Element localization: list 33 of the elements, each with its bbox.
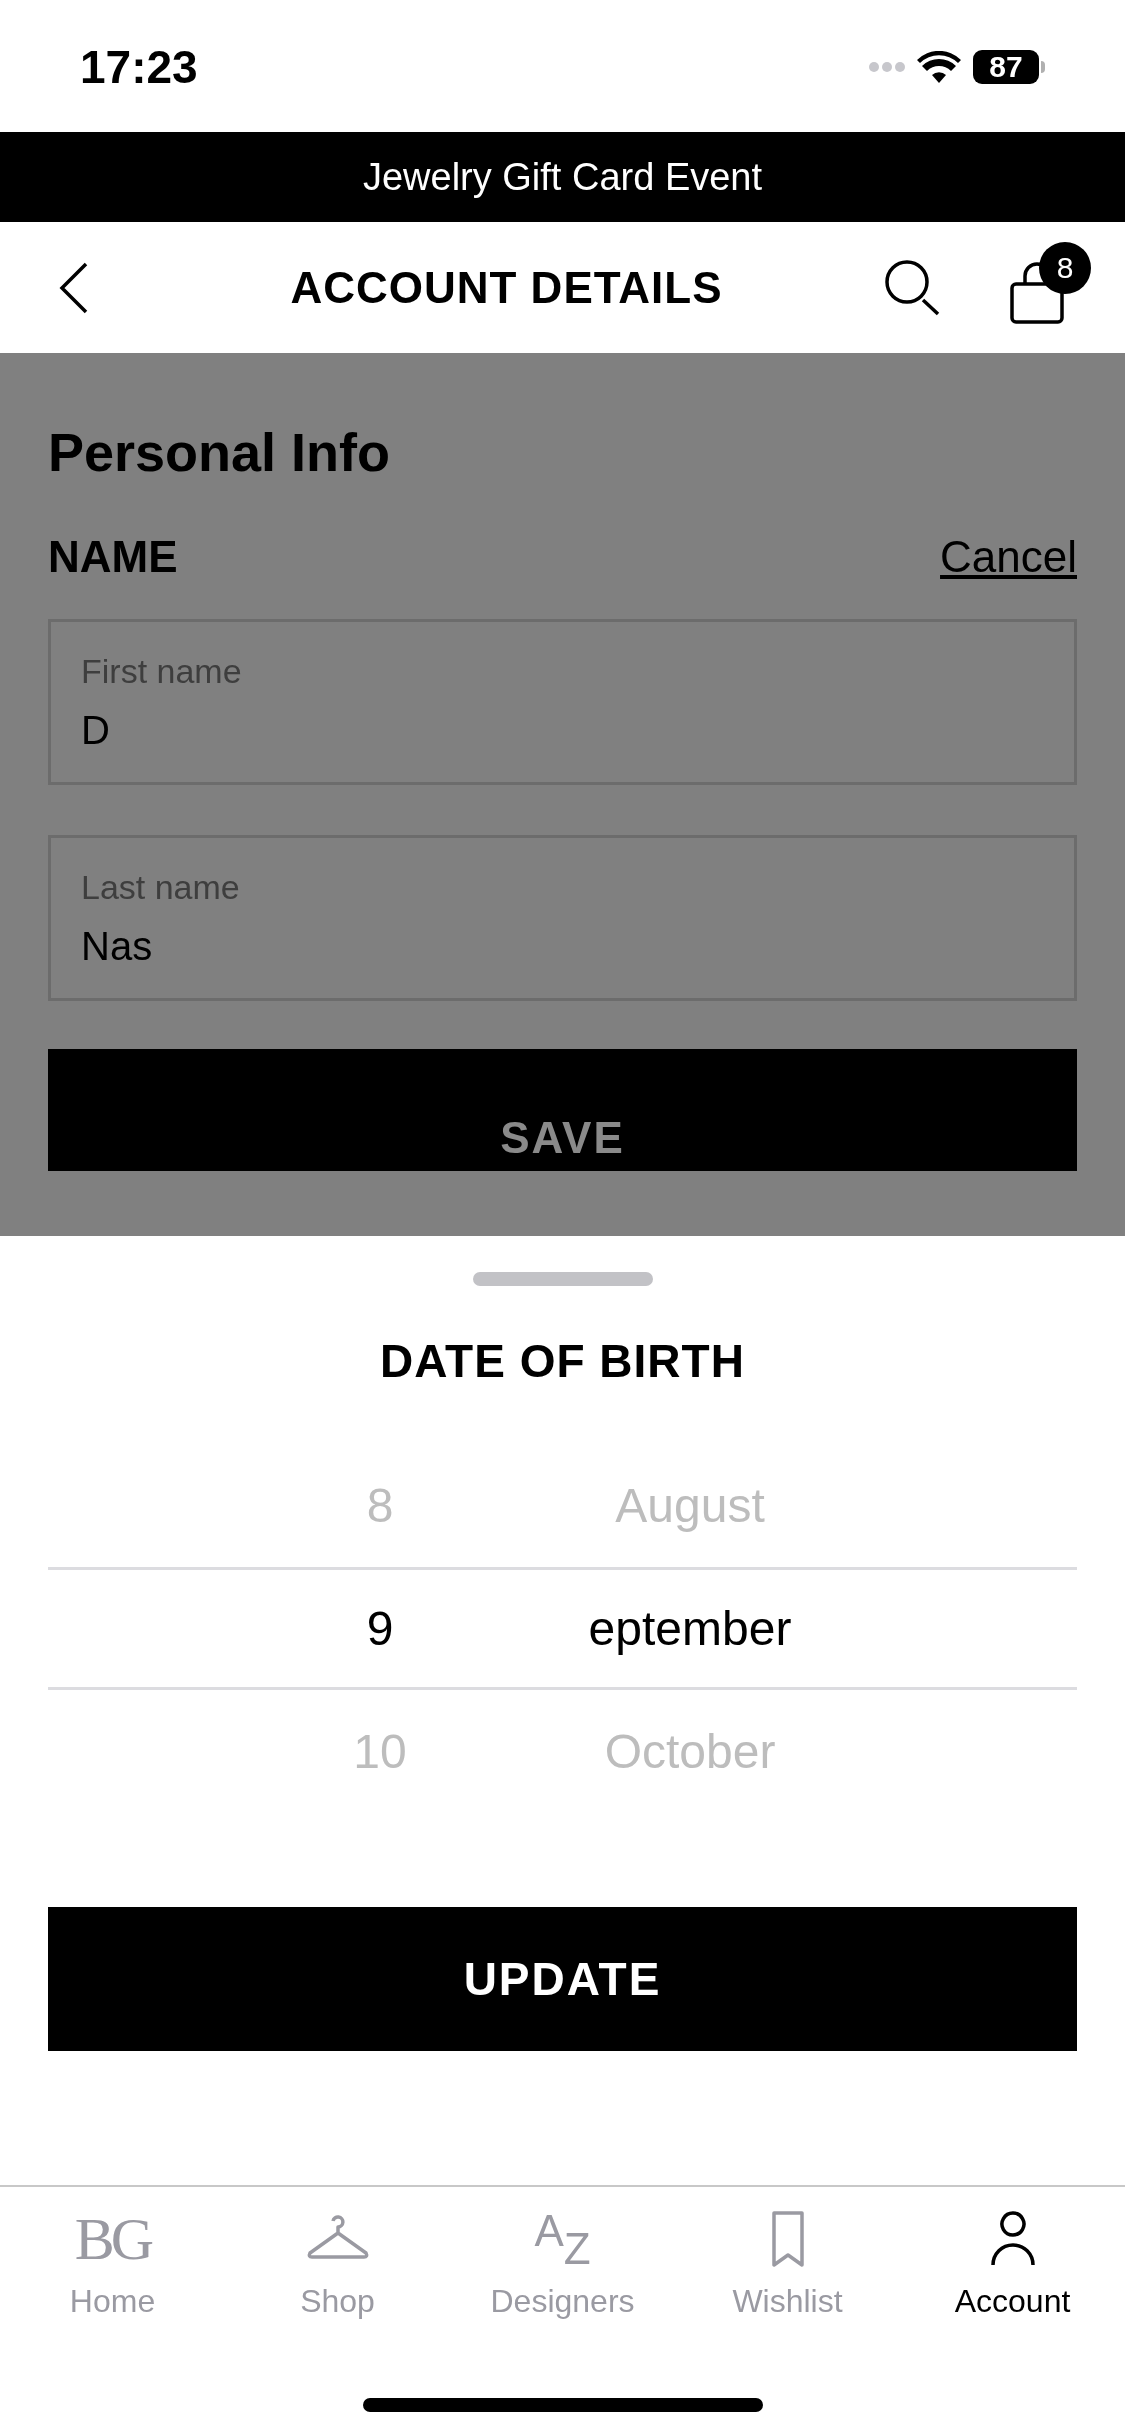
signal-icon (869, 61, 905, 73)
picker-day: 8 (240, 1469, 520, 1542)
tab-item[interactable]: Home (69, 2285, 156, 2317)
field-label: Last name (81, 870, 241, 904)
section-title: Personal Info (48, 425, 392, 479)
cart-badge: 8 (1039, 241, 1091, 294)
picker-day: 10 (240, 1715, 520, 1788)
text-field[interactable]: Last name Nas (48, 835, 1077, 1001)
field-value: D (81, 710, 111, 750)
picker-month: eptember (587, 1600, 793, 1657)
status-time: 17:23 (80, 39, 198, 95)
picker-month: August (614, 1477, 766, 1534)
tab-item[interactable]: Shop (300, 2285, 375, 2317)
picker-month: October (603, 1723, 777, 1780)
field-value: Nas (81, 926, 154, 966)
back-icon[interactable] (58, 261, 90, 314)
tab-item[interactable]: Wishlist (732, 2285, 843, 2317)
group-label: NAME (48, 535, 178, 579)
page-title: ACCOUNT DETAILS (290, 261, 723, 314)
text-field[interactable]: First name D (48, 619, 1077, 785)
field-label: First name (81, 654, 243, 688)
cancel-link[interactable]: Cancel (940, 535, 1077, 579)
sheet-title: DATE OF BIRTH (380, 1338, 745, 1384)
picker-row[interactable]: 9 eptember (48, 1567, 1077, 1690)
tab-item[interactable]: Account (954, 2285, 1071, 2317)
tab-item[interactable]: Designers (490, 2285, 635, 2317)
wifi-icon (917, 51, 961, 83)
update-button[interactable]: UPDATE (48, 1907, 1077, 2051)
picker-day: 9 (240, 1592, 520, 1665)
save-button[interactable]: SAVE (48, 1049, 1077, 1171)
logo-icon: BG (74, 2209, 151, 2271)
letters-icon: AZ (534, 2209, 591, 2271)
promo-banner[interactable]: Jewelry Gift Card Event (0, 132, 1125, 222)
